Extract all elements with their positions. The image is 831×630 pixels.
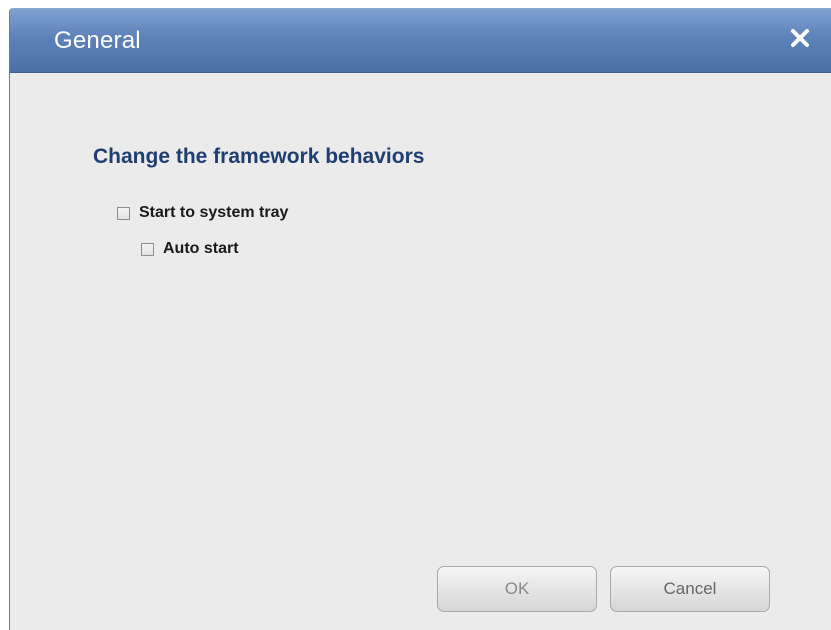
auto-start-label: Auto start bbox=[163, 240, 239, 257]
start-to-system-tray-option[interactable]: Start to system tray bbox=[117, 204, 288, 222]
section-heading: Change the framework behaviors bbox=[93, 145, 425, 168]
general-dialog: General Change the framework behaviors S… bbox=[9, 8, 831, 630]
auto-start-checkbox[interactable] bbox=[141, 242, 154, 256]
ok-button[interactable]: OK bbox=[437, 566, 597, 612]
close-icon bbox=[791, 29, 809, 47]
start-to-system-tray-checkbox[interactable] bbox=[117, 206, 130, 220]
start-to-system-tray-label: Start to system tray bbox=[139, 204, 289, 221]
close-button[interactable] bbox=[787, 23, 813, 53]
dialog-title: General bbox=[54, 27, 141, 54]
dialog-titlebar: General bbox=[10, 9, 831, 73]
cancel-button[interactable]: Cancel bbox=[610, 566, 770, 612]
auto-start-option[interactable]: Auto start bbox=[141, 240, 239, 258]
